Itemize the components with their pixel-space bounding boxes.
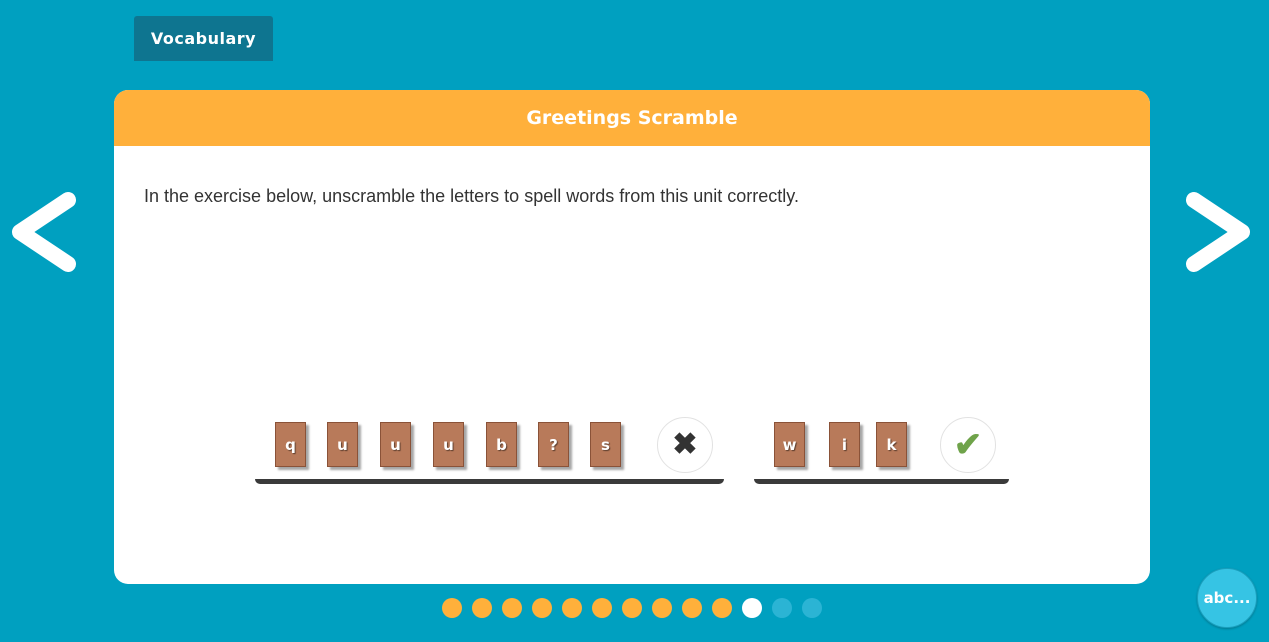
page-dot-completed[interactable] (652, 598, 672, 618)
letter-tile[interactable]: b (486, 422, 517, 467)
close-icon: ✖ (672, 428, 698, 461)
page-dot-completed[interactable] (622, 598, 642, 618)
page-dot-completed[interactable] (712, 598, 732, 618)
page-dot-completed[interactable] (502, 598, 522, 618)
activity-card: Greetings Scramble In the exercise below… (114, 90, 1150, 584)
letter-tile[interactable]: u (433, 422, 464, 467)
word-baseline (255, 479, 724, 484)
next-arrow-button[interactable] (1182, 190, 1254, 274)
word-row-1: q u u u b ? s ✖ (255, 416, 724, 484)
letter-tile[interactable]: k (876, 422, 907, 467)
chevron-right-icon (1186, 192, 1250, 272)
correct-status-button[interactable]: ✔ (940, 417, 996, 473)
incorrect-status-button[interactable]: ✖ (657, 417, 713, 473)
activity-title: Greetings Scramble (114, 90, 1150, 146)
check-icon: ✔ (953, 426, 983, 464)
page-dot-upcoming[interactable] (802, 598, 822, 618)
vocabulary-tab[interactable]: Vocabulary (134, 16, 273, 61)
activity-instructions: In the exercise below, unscramble the le… (144, 186, 799, 206)
page-dot-completed[interactable] (562, 598, 582, 618)
abc-button[interactable]: abc... (1197, 568, 1257, 628)
page-dot-upcoming[interactable] (772, 598, 792, 618)
page-dot-completed[interactable] (472, 598, 492, 618)
letter-tile[interactable]: i (829, 422, 860, 467)
page-dot-completed[interactable] (532, 598, 552, 618)
letter-tile[interactable]: u (327, 422, 358, 467)
letter-tile[interactable]: w (774, 422, 805, 467)
page-dot-completed[interactable] (682, 598, 702, 618)
letter-tile[interactable]: ? (538, 422, 569, 467)
page-dot-completed[interactable] (592, 598, 612, 618)
word-row-2: w i k ✔ (754, 416, 1009, 484)
letter-tile[interactable]: u (380, 422, 411, 467)
page-dot-current[interactable] (742, 598, 762, 618)
word-baseline (754, 479, 1009, 484)
letter-tile[interactable]: s (590, 422, 621, 467)
pagination-dots (442, 598, 822, 618)
prev-arrow-button[interactable] (8, 190, 80, 274)
chevron-left-icon (12, 192, 76, 272)
letter-tile[interactable]: q (275, 422, 306, 467)
page-dot-completed[interactable] (442, 598, 462, 618)
